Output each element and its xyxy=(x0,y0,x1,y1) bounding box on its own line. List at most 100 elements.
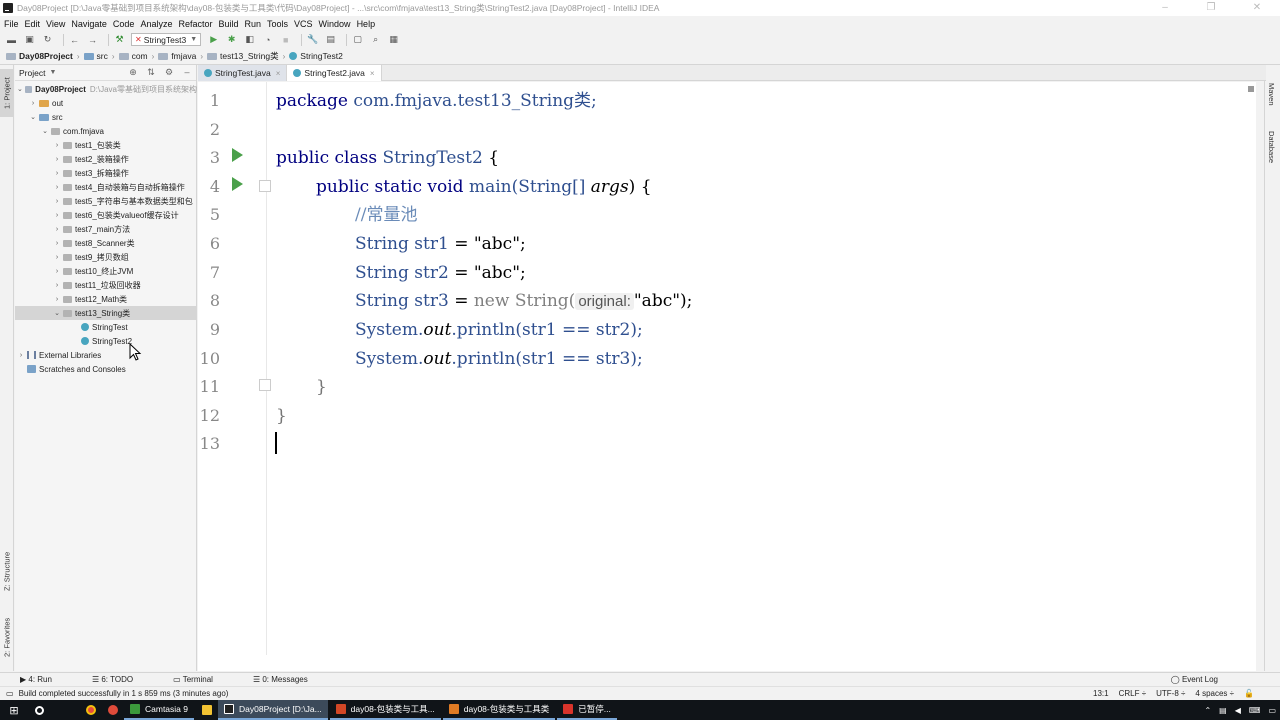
taskbar-item-powerpoint[interactable]: day08-包装类与工具... xyxy=(329,700,441,720)
tab-stringtest2[interactable]: StringTest2.java × xyxy=(287,65,382,81)
chevron-right-icon[interactable]: › xyxy=(53,198,61,205)
chevron-right-icon[interactable]: › xyxy=(29,100,37,107)
chevron-right-icon[interactable]: › xyxy=(53,226,61,233)
event-log-button[interactable]: ◯ Event Log xyxy=(1171,675,1238,684)
taskbar-item-recorder[interactable]: day08-包装类与工具类 xyxy=(442,700,556,720)
menu-vcs[interactable]: VCS xyxy=(294,19,313,29)
chevron-right-icon[interactable]: › xyxy=(17,352,25,359)
caret-position[interactable]: 13:1 xyxy=(1093,689,1109,698)
chevron-right-icon[interactable]: › xyxy=(53,142,61,149)
tree-item-project-root[interactable]: ⌄ Day08Project D:\Java零基础到项目系统架构 xyxy=(15,82,197,96)
tab-stringtest[interactable]: StringTest.java × xyxy=(198,65,288,81)
tool-tab-database[interactable]: Database xyxy=(1267,131,1276,163)
tool-tab-project[interactable]: 1: Project xyxy=(0,69,14,117)
taskbar-item-camtasia[interactable]: Camtasia 9 xyxy=(124,700,194,720)
chevron-right-icon[interactable]: › xyxy=(53,184,61,191)
tree-item-package[interactable]: › test12_Math类 xyxy=(15,292,197,306)
menu-view[interactable]: View xyxy=(46,19,65,29)
code-editor[interactable]: 1 2 3 4 5 6 7 8 9 10 11 12 13 package co… xyxy=(198,82,1256,671)
tree-item-out[interactable]: › out xyxy=(15,96,197,110)
collapse-icon[interactable]: ⇅ xyxy=(142,67,160,78)
inspection-status-icon[interactable] xyxy=(1248,86,1254,92)
run-gutter-icon[interactable] xyxy=(232,177,243,191)
tree-item-package-selected[interactable]: ⌄ test13_String类 xyxy=(15,306,197,320)
windows-start-icon[interactable]: ⊞ xyxy=(0,700,28,720)
close-icon[interactable]: × xyxy=(370,69,375,78)
chevron-down-icon[interactable]: ⌄ xyxy=(29,113,37,121)
search-icon[interactable] xyxy=(28,700,50,720)
notification-icon[interactable]: ▭ xyxy=(1268,706,1276,715)
chevron-right-icon[interactable]: › xyxy=(53,296,61,303)
tree-item-package[interactable]: › test5_字符串与基本数据类型和包 xyxy=(15,194,197,208)
project-structure-icon[interactable]: ▤ xyxy=(324,33,337,46)
menu-analyze[interactable]: Analyze xyxy=(140,19,172,29)
tool-tab-todo[interactable]: ☰ 6: TODO xyxy=(92,675,153,684)
tool-tab-messages[interactable]: ☰ 0: Messages xyxy=(253,675,328,684)
tree-item-src[interactable]: ⌄ src xyxy=(15,110,197,124)
save-all-icon[interactable]: ▣ xyxy=(23,33,36,46)
tree-item-scratches[interactable]: Scratches and Consoles xyxy=(15,362,197,376)
gear-icon[interactable]: ⚙ xyxy=(160,67,178,78)
hide-icon[interactable]: – xyxy=(178,67,196,78)
menu-code[interactable]: Code xyxy=(113,19,135,29)
chevron-right-icon[interactable]: › xyxy=(53,156,61,163)
profile-icon[interactable]: ◔ xyxy=(261,33,274,46)
fold-icon[interactable] xyxy=(259,180,271,192)
keyboard-icon[interactable]: ⌨ xyxy=(1249,706,1261,715)
explorer-icon[interactable] xyxy=(196,700,218,720)
menu-edit[interactable]: Edit xyxy=(25,19,41,29)
tree-item-com-fmjava[interactable]: ⌄ com.fmjava xyxy=(15,124,197,138)
breadcrumb-class[interactable]: StringTest2 xyxy=(289,51,343,61)
tree-item-package[interactable]: › test11_垃圾回收器 xyxy=(15,278,197,292)
search-icon[interactable]: ⌕ xyxy=(369,33,382,46)
app-search-icon[interactable] xyxy=(102,700,124,720)
tree-item-package[interactable]: › test6_包装类valueof缓存设计 xyxy=(15,208,197,222)
breadcrumb-project[interactable]: Day08Project xyxy=(6,51,73,61)
chevron-right-icon[interactable]: › xyxy=(53,240,61,247)
menu-navigate[interactable]: Navigate xyxy=(71,19,107,29)
chevron-down-icon[interactable]: ⌄ xyxy=(17,85,23,93)
tree-item-external-libraries[interactable]: › External Libraries xyxy=(15,348,197,362)
close-icon[interactable]: × xyxy=(276,69,281,78)
build-hammer-icon[interactable]: ⚒ xyxy=(113,33,126,46)
menu-window[interactable]: Window xyxy=(319,19,351,29)
indent-setting[interactable]: 4 spaces ÷ xyxy=(1195,689,1234,698)
chevron-right-icon[interactable]: › xyxy=(53,254,61,261)
chevron-right-icon[interactable]: › xyxy=(53,268,61,275)
wrench-icon[interactable]: 🔧 xyxy=(306,33,319,46)
tool-tab-terminal[interactable]: ▭ Terminal xyxy=(173,675,233,684)
menu-build[interactable]: Build xyxy=(218,19,238,29)
sync-icon[interactable]: ↻ xyxy=(41,33,54,46)
chevron-right-icon[interactable]: › xyxy=(53,282,61,289)
taskbar-item-intellij[interactable]: Day08Project [D:\Ja... xyxy=(218,700,328,720)
coverage-icon[interactable]: ◧ xyxy=(243,33,256,46)
frame-icon[interactable]: ▢ xyxy=(351,33,364,46)
tray-chevron-icon[interactable]: ⌃ xyxy=(1204,706,1211,715)
forward-icon[interactable]: → xyxy=(86,33,99,46)
tree-item-package[interactable]: › test2_装箱操作 xyxy=(15,152,197,166)
breadcrumb-com[interactable]: com xyxy=(118,51,148,61)
fold-icon[interactable] xyxy=(259,379,271,391)
minimize-icon[interactable]: – xyxy=(1142,0,1188,16)
tree-item-package[interactable]: › test4_自动装箱与自动拆箱操作 xyxy=(15,180,197,194)
menu-run[interactable]: Run xyxy=(245,19,262,29)
file-encoding[interactable]: UTF-8 ÷ xyxy=(1156,689,1185,698)
chevron-down-icon[interactable]: ⌄ xyxy=(41,127,49,135)
chevron-right-icon[interactable]: › xyxy=(53,170,61,177)
menu-file[interactable]: File xyxy=(4,19,19,29)
stop-icon[interactable]: ■ xyxy=(279,33,292,46)
chevron-down-icon[interactable]: ▼ xyxy=(49,69,56,76)
tool-tab-favorites[interactable]: 2: Favorites xyxy=(0,609,14,665)
tree-item-package[interactable]: › test9_拷贝数组 xyxy=(15,250,197,264)
tree-item-package[interactable]: › test8_Scanner类 xyxy=(15,236,197,250)
tool-tab-structure[interactable]: Z: Structure xyxy=(0,543,14,599)
taskbar-item-paused[interactable]: 已暂停... xyxy=(557,700,617,720)
tree-item-package[interactable]: › test10_终止JVM xyxy=(15,264,197,278)
tree-item-package[interactable]: › test1_包装类 xyxy=(15,138,197,152)
lock-icon[interactable]: 🔓 xyxy=(1244,689,1254,698)
run-icon[interactable]: ▶ xyxy=(207,33,220,46)
debug-icon[interactable]: ✱ xyxy=(225,33,238,46)
chrome-icon[interactable] xyxy=(80,700,102,720)
menu-tools[interactable]: Tools xyxy=(267,19,288,29)
close-icon[interactable]: ✕ xyxy=(1234,0,1280,16)
